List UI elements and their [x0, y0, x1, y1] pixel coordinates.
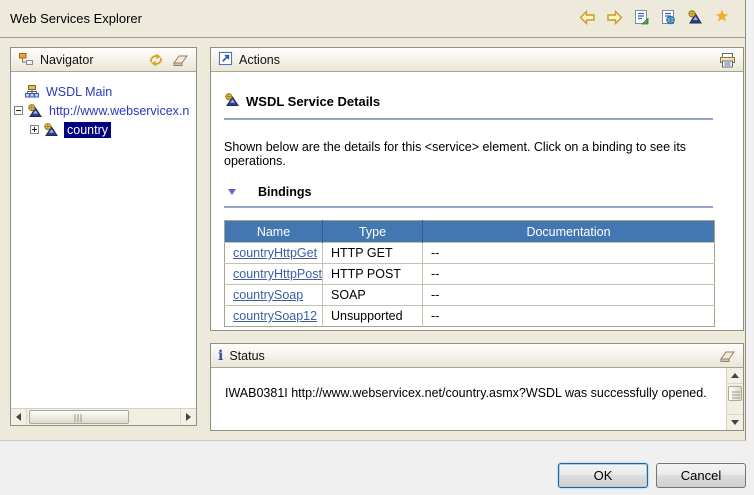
heading-text: WSDL Service Details	[246, 94, 380, 109]
table-row: countrySoap12 Unsupported --	[225, 306, 715, 327]
wsdl-main-icon	[24, 84, 41, 100]
binding-link[interactable]: countrySoap12	[233, 309, 317, 323]
tree-item-label: WSDL Main	[46, 85, 112, 99]
binding-type: SOAP	[323, 285, 423, 306]
back-icon[interactable]	[578, 8, 596, 26]
status-vertical-scrollbar[interactable]	[726, 368, 743, 430]
bindings-section-header: Bindings	[224, 185, 713, 199]
page-title: Web Services Explorer	[10, 11, 142, 26]
cancel-button[interactable]: Cancel	[656, 463, 746, 488]
binding-type: HTTP POST	[323, 264, 423, 285]
scroll-left-arrow[interactable]	[11, 409, 27, 425]
table-row: countryHttpGet HTTP GET --	[225, 243, 715, 264]
binding-link[interactable]: countryHttpGet	[233, 246, 317, 260]
toolbar: ★	[578, 8, 731, 26]
actions-header: Actions	[211, 48, 743, 72]
status-message: IWAB0381I http://www.webservicex.net/cou…	[211, 368, 743, 400]
binding-type: Unsupported	[323, 306, 423, 327]
binding-link[interactable]: countrySoap	[233, 288, 303, 302]
sync-icon[interactable]	[147, 51, 165, 69]
wsil-page-icon[interactable]	[632, 8, 650, 26]
bindings-table: Name Type Documentation countryHttpGet H…	[224, 220, 715, 327]
collapse-triangle-icon[interactable]	[228, 189, 236, 195]
column-header-name: Name	[225, 221, 323, 243]
clear-icon[interactable]	[718, 347, 736, 365]
actions-icon	[218, 51, 233, 69]
navigator-header: Navigator	[11, 48, 196, 72]
wsdl-document-icon	[27, 103, 44, 119]
binding-documentation: --	[423, 285, 715, 306]
column-header-type: Type	[323, 221, 423, 243]
scrollbar-thumb[interactable]	[728, 386, 742, 401]
status-header: i Status	[211, 344, 743, 368]
table-row: countryHttpPost HTTP POST --	[225, 264, 715, 285]
scroll-up-arrow[interactable]	[727, 368, 743, 384]
web-services-explorer-window: Web Services Explorer ★	[0, 0, 746, 441]
status-panel: i Status IWAB0381I http://www.webservice…	[210, 343, 744, 431]
navigator-horizontal-scrollbar[interactable]	[11, 408, 196, 425]
navigator-tree: WSDL Main http://www.webservicex.n count…	[11, 72, 196, 408]
wsdl-service-icon	[43, 122, 60, 138]
divider	[224, 206, 713, 208]
title-bar: Web Services Explorer ★	[0, 0, 745, 38]
uddi-page-icon[interactable]	[686, 8, 704, 26]
tree-item-label: http://www.webservicex.n	[49, 104, 189, 118]
binding-documentation: --	[423, 306, 715, 327]
tree-item-wsdl-main[interactable]: WSDL Main	[11, 82, 196, 101]
navigator-title: Navigator	[40, 53, 94, 67]
table-header-row: Name Type Documentation	[225, 221, 715, 243]
wsdl-page-icon[interactable]	[659, 8, 677, 26]
wsdl-service-icon	[224, 92, 240, 111]
forward-icon[interactable]	[605, 8, 623, 26]
tree-item-wsdl-url[interactable]: http://www.webservicex.n	[11, 101, 196, 120]
actions-body: WSDL Service Details Shown below are the…	[211, 72, 743, 330]
expand-expander[interactable]	[30, 125, 39, 134]
info-icon: i	[218, 349, 223, 363]
bindings-title: Bindings	[258, 185, 311, 199]
print-icon[interactable]	[718, 51, 736, 69]
divider	[224, 118, 713, 120]
actions-title: Actions	[239, 53, 280, 67]
column-header-documentation: Documentation	[423, 221, 715, 243]
service-details-heading: WSDL Service Details	[224, 92, 713, 111]
table-row: countrySoap SOAP --	[225, 285, 715, 306]
description-text: Shown below are the details for this <se…	[224, 140, 713, 168]
ok-button[interactable]: OK	[558, 463, 648, 488]
binding-type: HTTP GET	[323, 243, 423, 264]
tree-item-label-selected: country	[64, 122, 111, 138]
scroll-right-arrow[interactable]	[180, 409, 196, 425]
scrollbar-thumb[interactable]	[29, 410, 129, 424]
clear-icon[interactable]	[171, 51, 189, 69]
status-body: IWAB0381I http://www.webservicex.net/cou…	[211, 368, 743, 430]
status-title: Status	[229, 349, 264, 363]
navigator-icon	[18, 51, 34, 69]
navigator-panel: Navigator WSDL Main	[10, 47, 197, 426]
actions-panel: Actions WSDL Service Details Shown below…	[210, 47, 744, 331]
favorites-icon[interactable]: ★	[713, 8, 731, 26]
tree-item-country[interactable]: country	[11, 120, 196, 139]
binding-documentation: --	[423, 243, 715, 264]
binding-link[interactable]: countryHttpPost	[233, 267, 322, 281]
binding-documentation: --	[423, 264, 715, 285]
scroll-down-arrow[interactable]	[727, 414, 743, 430]
collapse-expander[interactable]	[14, 106, 23, 115]
